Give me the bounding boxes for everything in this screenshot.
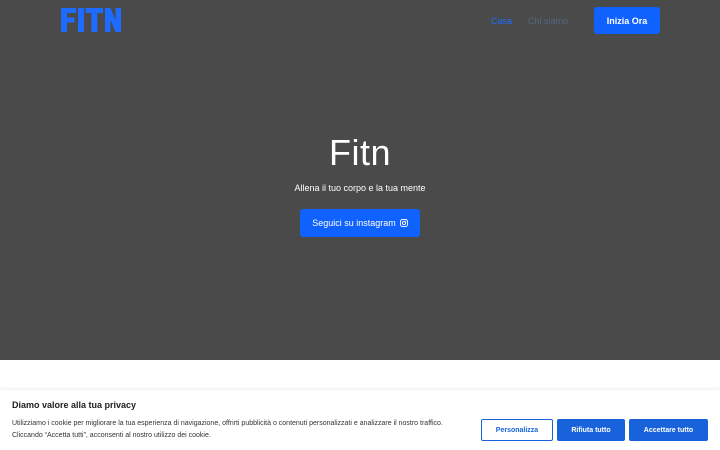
cookie-banner-title: Diamo valore alla tua privacy xyxy=(12,400,137,410)
site-header: Casa Chi siamo Inizia Ora xyxy=(0,0,720,42)
reject-all-cookies-button[interactable]: Rifiuta tutto xyxy=(557,419,625,441)
start-now-button[interactable]: Inizia Ora xyxy=(594,7,660,34)
follow-instagram-button[interactable]: Seguici su instagram xyxy=(300,209,420,237)
instagram-icon xyxy=(399,219,408,227)
nav-link-chi-siamo[interactable]: Chi siamo xyxy=(528,15,568,27)
cookie-banner-text: Utilizziamo i cookie per migliorare la t… xyxy=(12,420,443,439)
nav-link-casa[interactable]: Casa xyxy=(491,15,512,27)
hero-subtitle: Allena il tuo corpo e la tua mente xyxy=(294,183,426,193)
customize-cookies-button[interactable]: Personalizza xyxy=(481,419,553,441)
accept-all-cookies-button[interactable]: Accettare tutto xyxy=(629,419,708,441)
follow-instagram-label: Seguici su instagram xyxy=(312,218,396,228)
fitn-logo[interactable] xyxy=(60,7,122,33)
hero-title: Fitn xyxy=(328,132,391,173)
hero-section: Casa Chi siamo Inizia Ora Fitn Allena il… xyxy=(0,0,720,360)
page: Casa Chi siamo Inizia Ora Fitn Allena il… xyxy=(0,0,720,450)
main-nav: Casa Chi siamo xyxy=(491,15,568,27)
cookie-consent-banner: Diamo valore alla tua privacy Utilizziam… xyxy=(0,390,720,450)
